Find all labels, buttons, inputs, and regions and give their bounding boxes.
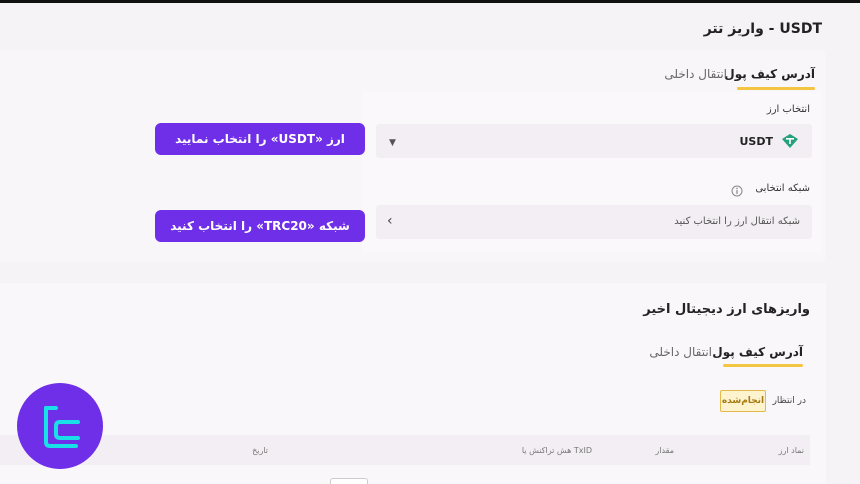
recent-tab-wallet-address[interactable]: آدرس کیف پول (712, 345, 803, 359)
chevron-left-icon[interactable]: ‹ (387, 213, 393, 229)
currency-value: USDT (739, 135, 774, 148)
col-date: تاریخ (252, 446, 268, 455)
row-input-stub (330, 478, 368, 484)
tab-wallet-address[interactable]: آدرس کیف پول (724, 67, 815, 81)
filter-completed[interactable]: انجام‌شده (720, 390, 766, 412)
col-amount: مقدار (655, 446, 674, 455)
currency-label: انتخاب ارز (766, 104, 810, 115)
window-top-border (0, 0, 860, 3)
recent-deposits-title: واریزهای ارز دیجیتال اخیر (643, 302, 810, 317)
callout-select-network: شبکه «TRC20» را انتخاب کنید (155, 210, 365, 242)
info-icon[interactable] (731, 182, 743, 197)
tether-icon (781, 133, 799, 149)
callout-select-currency: ارز «USDT» را انتخاب نمایید (155, 123, 365, 155)
table-header (0, 435, 810, 465)
brand-logo (17, 383, 103, 469)
chevron-down-icon[interactable]: ▼ (389, 138, 396, 148)
network-label: شبکه انتخابی (755, 183, 810, 194)
filter-pending[interactable]: در انتظار (773, 396, 806, 406)
col-txid: هش تراکنش یا TxID (521, 446, 592, 455)
page-title: واریز تتر - USDT (703, 21, 822, 37)
col-symbol: نماد ارز (778, 446, 804, 455)
active-tab-indicator (737, 87, 815, 90)
network-placeholder: شبکه انتقال ارز را انتخاب کنید (674, 216, 800, 227)
recent-tab-internal-transfer[interactable]: انتقال داخلی (649, 345, 712, 359)
recent-active-tab-indicator (723, 364, 803, 367)
tab-internal-transfer[interactable]: انتقال داخلی (664, 67, 727, 81)
